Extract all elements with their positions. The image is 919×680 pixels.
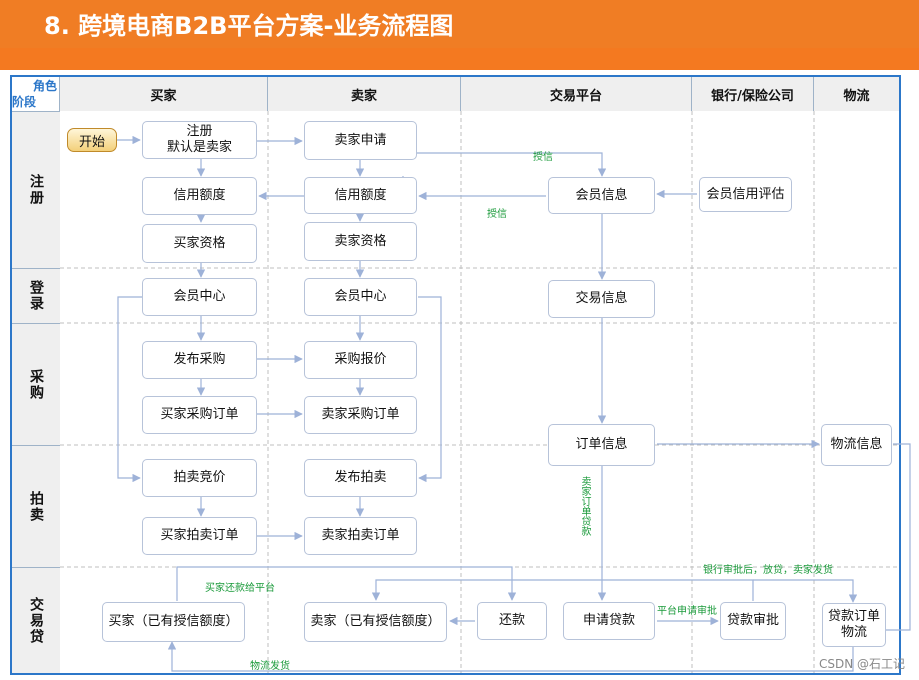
start-node: 开始 [67,128,117,152]
node-seller-credited: 卖家（已有授信额度） [304,602,447,642]
node-seller-apply: 卖家申请 [304,121,417,160]
node-seller-qualification: 卖家资格 [304,222,417,261]
annotation-logistics-ship: 物流发货 [250,661,290,672]
watermark: CSDN @石工记 [818,657,905,671]
node-member-credit-eval: 会员信用评估 [699,177,792,212]
node-buyer-credit-limit: 信用额度 [142,177,257,215]
annotation-bank-approve: 银行审批后，放贷，卖家发货 [703,565,833,576]
node-register: 注册 默认是卖家 [142,121,257,159]
node-seller-auction-order: 卖家拍卖订单 [304,517,417,555]
node-member-info: 会员信息 [548,177,655,214]
node-trade-info: 交易信息 [548,280,655,318]
annotation-buyer-repay: 买家还款给平台 [205,583,275,594]
node-apply-loan: 申请贷款 [563,602,655,640]
node-publish-auction: 发布拍卖 [304,459,417,497]
node-loan-approval: 贷款审批 [720,602,786,640]
annotation-credit-grant-2: 授信 [487,209,507,220]
node-buyer-purchase-order: 买家采购订单 [142,396,257,434]
node-repay: 还款 [477,602,547,640]
node-purchase-quote: 采购报价 [304,341,417,379]
node-order-info: 订单信息 [548,424,655,466]
node-buyer-auction-order: 买家拍卖订单 [142,517,257,555]
node-auction-bid: 拍卖竞价 [142,459,257,497]
node-publish-purchase: 发布采购 [142,341,257,379]
node-seller-member-center: 会员中心 [304,278,417,316]
node-buyer-qualification: 买家资格 [142,224,257,263]
node-seller-purchase-order: 卖家采购订单 [304,396,417,434]
annotation-credit-grant-1: 授信 [533,152,553,163]
node-loan-order-logistics: 贷款订单 物流 [822,603,886,647]
node-buyer-credited: 买家（已有授信额度） [102,602,245,642]
annotation-seller-order-loan: 卖家订单贷款 [579,476,590,536]
node-buyer-member-center: 会员中心 [142,278,257,316]
annotation-platform-apply: 平台申请审批 [657,606,717,617]
node-seller-credit-limit: 信用额度 [304,177,417,214]
flow-connectors [60,111,911,673]
node-logistics-info: 物流信息 [821,424,892,466]
